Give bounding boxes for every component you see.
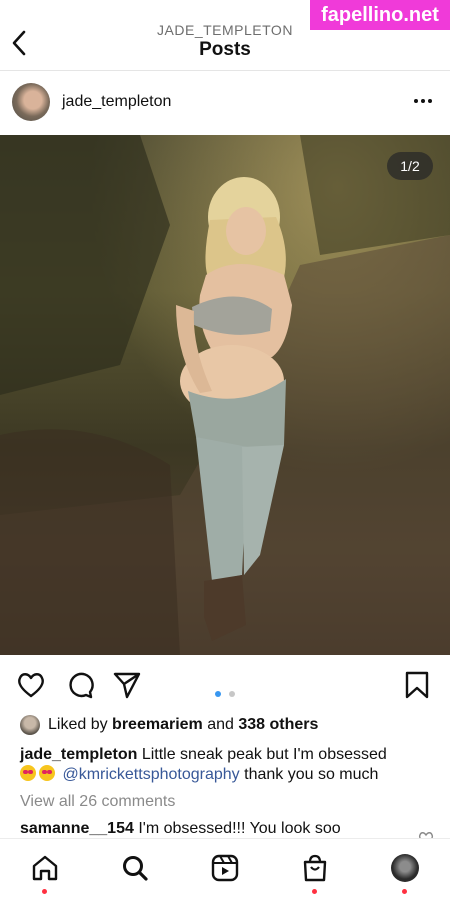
bookmark-icon[interactable]: [402, 670, 432, 700]
home-icon[interactable]: [30, 853, 60, 883]
likes-row[interactable]: Liked by breemariem and 338 others: [0, 712, 450, 738]
comment-text: I'm obsessed!!! You look soo: [138, 820, 341, 837]
post-photo[interactable]: [0, 135, 450, 655]
shop-icon[interactable]: [300, 853, 330, 883]
image-counter: 1/2: [387, 152, 433, 180]
search-icon[interactable]: [120, 853, 150, 883]
liker-username[interactable]: breemariem: [112, 716, 203, 733]
caption-text: Little sneak peak but I'm obsessed: [141, 746, 387, 763]
caption-username[interactable]: jade_templeton: [20, 746, 137, 763]
caption-suffix: thank you so much: [244, 766, 379, 783]
page-title: Posts: [199, 39, 251, 60]
post-actions: [0, 662, 450, 706]
carousel-dot: [229, 691, 236, 697]
post-caption: jade_templeton Little sneak peak but I'm…: [20, 745, 425, 785]
comment-preview: samanne__154 I'm obsessed!!! You look so…: [20, 820, 341, 838]
header-divider: [0, 70, 450, 71]
share-icon[interactable]: [112, 670, 142, 700]
photo-illustration: [0, 135, 450, 655]
reels-icon[interactable]: [210, 853, 240, 883]
comment-icon[interactable]: [65, 670, 95, 700]
heart-eyes-emoji: [20, 765, 36, 781]
view-comments-link[interactable]: View all 26 comments: [20, 793, 175, 811]
comment-username[interactable]: samanne__154: [20, 820, 134, 837]
avatar[interactable]: [12, 83, 50, 121]
more-options-icon[interactable]: [412, 90, 434, 112]
likes-others[interactable]: 338 others: [238, 716, 318, 733]
carousel-indicator: [215, 684, 239, 702]
bottom-tab-bar: [0, 838, 450, 903]
likes-text[interactable]: Liked by breemariem and 338 others: [48, 716, 318, 734]
shop-notification-dot: [312, 889, 317, 894]
home-notification-dot: [42, 889, 47, 894]
profile-notification-dot: [402, 889, 407, 894]
post-username[interactable]: jade_templeton: [62, 93, 171, 111]
heart-eyes-emoji: [39, 765, 55, 781]
liker-avatar: [20, 715, 40, 735]
profile-avatar[interactable]: [391, 854, 419, 882]
mention-rest: photography: [150, 766, 240, 783]
heart-icon[interactable]: [16, 670, 46, 700]
likes-prefix: Liked by: [48, 716, 108, 733]
carousel-dot-active: [215, 691, 221, 697]
mention-handle: @kmricketts: [62, 766, 151, 783]
likes-connector: and: [207, 716, 234, 733]
post-header: jade_templeton: [0, 80, 450, 125]
watermark-label: fapellino.net: [310, 0, 450, 30]
caption-mention[interactable]: @kmrickettsphotography: [62, 766, 239, 783]
